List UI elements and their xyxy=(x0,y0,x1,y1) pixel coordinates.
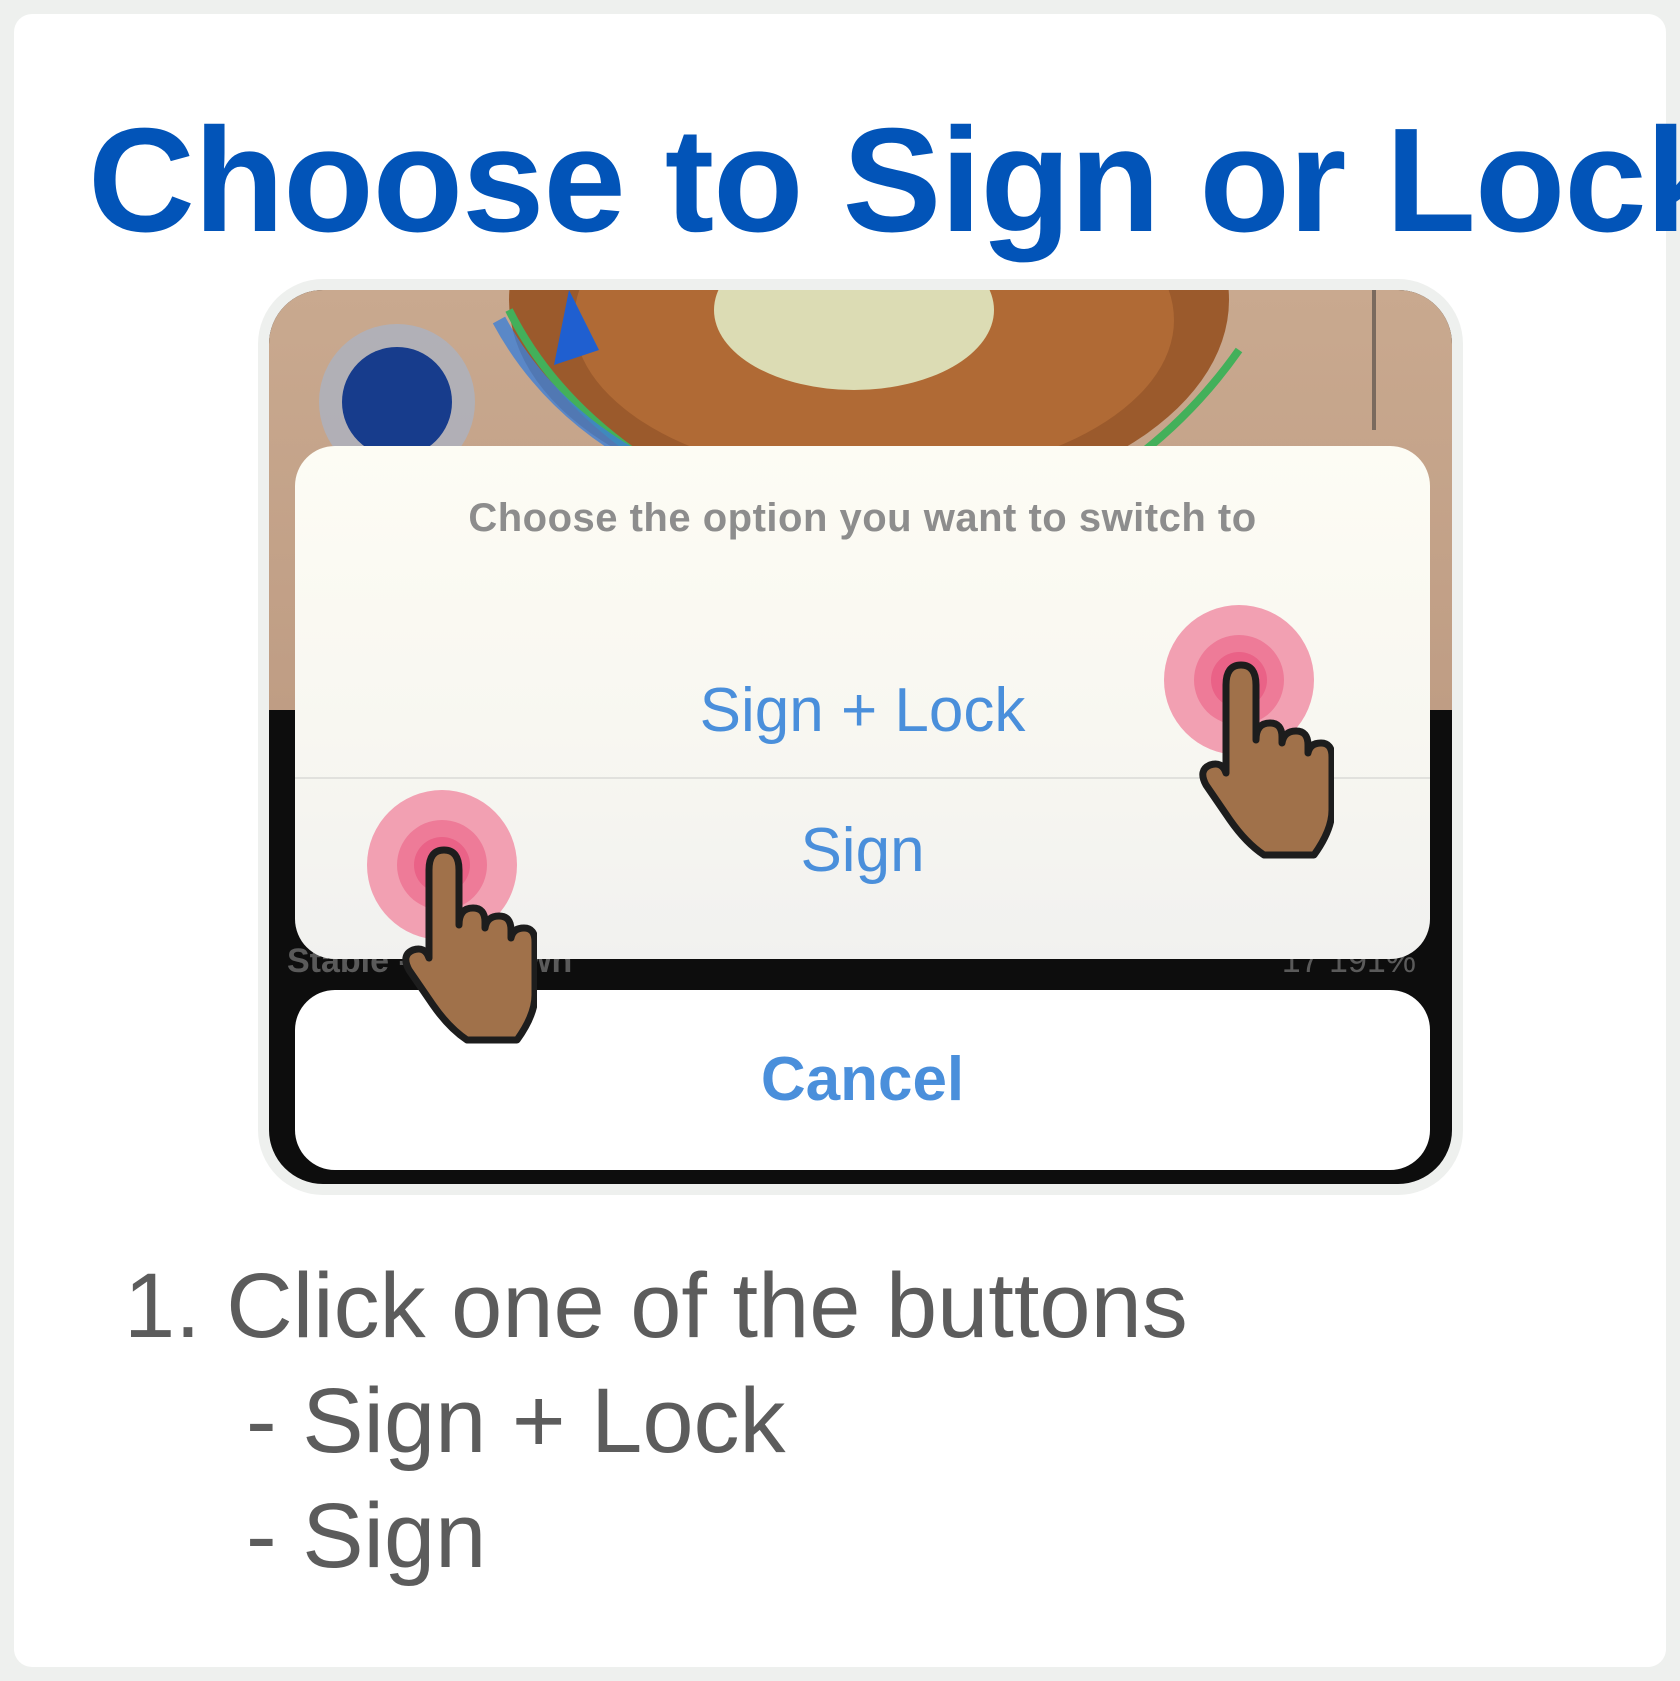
action-sheet-prompt: Choose the option you want to switch to xyxy=(468,496,1257,540)
app-screenshot: Stable - Unknown 17 191% Choose the opti… xyxy=(269,290,1452,1184)
pointing-hand-icon xyxy=(367,790,537,1044)
pointing-hand-icon xyxy=(1164,605,1334,859)
instruction-choice-sign-lock: - Sign + Lock xyxy=(246,1370,786,1472)
instruction-step: 1. Click one of the buttons xyxy=(124,1255,1188,1357)
page-title: Choose to Sign or Lock xyxy=(88,98,1680,263)
instructions: 1. Click one of the buttons - Sign + Loc… xyxy=(124,1249,1188,1594)
tutorial-card: Choose to Sign or Lock Stable - Unknown … xyxy=(14,14,1680,1667)
instruction-choice-sign: - Sign xyxy=(246,1485,487,1587)
